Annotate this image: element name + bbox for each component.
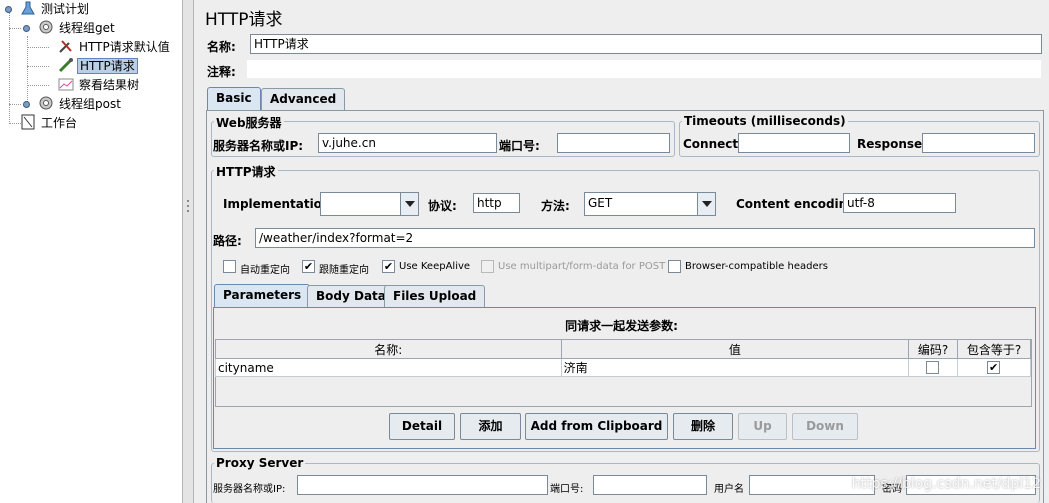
server-field[interactable]: v.juhe.cn bbox=[318, 133, 497, 153]
response-field[interactable] bbox=[922, 133, 1035, 153]
comment-field[interactable] bbox=[246, 59, 1042, 79]
param-value-cell[interactable]: 济南 bbox=[560, 358, 910, 377]
proxy-user-label: 用户名 bbox=[714, 484, 744, 495]
tree-item-result-tree[interactable]: 察看结果树 bbox=[58, 76, 141, 94]
tab-advanced[interactable]: Advanced bbox=[261, 88, 346, 110]
add-from-clipboard-button[interactable]: Add from Clipboard bbox=[525, 413, 668, 440]
tree-item-http-defaults[interactable]: HTTP请求默认值 bbox=[58, 38, 172, 56]
tab-parameters[interactable]: Parameters bbox=[214, 284, 311, 308]
response-label: Response: bbox=[857, 137, 927, 151]
connect-label: Connect: bbox=[683, 137, 743, 151]
param-encode-cell[interactable] bbox=[908, 358, 959, 377]
name-field[interactable]: HTTP请求 bbox=[250, 34, 1042, 54]
keepalive-checkbox[interactable]: ✔ bbox=[382, 260, 395, 273]
protocol-field[interactable]: http bbox=[473, 193, 520, 213]
up-button: Up bbox=[738, 413, 787, 440]
col-include-equals-header[interactable]: 包含等于? bbox=[957, 339, 1031, 359]
test-plan-tree[interactable]: 测试计划 线程组get HTTP请求默认值 HTTP请求 察看结果树 线程组po… bbox=[0, 0, 182, 503]
expand-toggle-icon[interactable] bbox=[23, 101, 30, 108]
proxy-title: Proxy Server bbox=[214, 456, 306, 470]
params-caption: 同请求一起发送参数: bbox=[565, 319, 678, 333]
params-table[interactable]: 名称: 值 编码? 包含等于? cityname 济南 ✔ bbox=[215, 339, 1031, 377]
tab-files-upload[interactable]: Files Upload bbox=[384, 285, 486, 307]
implementation-select[interactable] bbox=[320, 192, 419, 216]
collapse-toggle-icon[interactable] bbox=[23, 25, 30, 32]
sampler-pipette-icon bbox=[58, 57, 74, 73]
chevron-down-icon[interactable] bbox=[697, 193, 715, 215]
splitter-handle[interactable] bbox=[182, 0, 194, 503]
multipart-label: Use multipart/form-data for POST bbox=[498, 261, 666, 272]
http-request-panel: HTTP请求 名称: HTTP请求 注释: Basic Advanced Web… bbox=[194, 0, 1049, 503]
proxy-port-field[interactable] bbox=[593, 475, 707, 495]
tab-basic[interactable]: Basic bbox=[207, 87, 261, 111]
comment-label: 注释: bbox=[207, 65, 236, 79]
auto-redirect-checkbox[interactable] bbox=[223, 260, 236, 273]
browser-headers-label: Browser-compatible headers bbox=[685, 261, 828, 272]
tree-item-workbench[interactable]: 工作台 bbox=[20, 114, 79, 132]
result-tree-icon bbox=[58, 76, 74, 92]
proxy-server-label: 服务器名称或IP: bbox=[213, 484, 286, 495]
method-select[interactable]: GET bbox=[584, 192, 716, 216]
test-plan-icon bbox=[20, 0, 36, 16]
workbench-icon bbox=[20, 114, 36, 130]
keepalive-label: Use KeepAlive bbox=[399, 261, 471, 272]
config-wrench-icon bbox=[58, 38, 74, 54]
delete-button[interactable]: 删除 bbox=[673, 413, 733, 440]
content-encoding-label: Content encoding: bbox=[736, 197, 861, 211]
tree-item-thread-group-post[interactable]: 线程组post bbox=[38, 95, 123, 113]
detail-button[interactable]: Detail bbox=[389, 413, 455, 440]
table-row[interactable]: cityname 济南 ✔ bbox=[215, 358, 1031, 377]
proxy-port-label: 端口号: bbox=[550, 484, 584, 495]
multipart-checkbox bbox=[481, 260, 494, 273]
collapse-toggle-icon[interactable] bbox=[5, 6, 12, 13]
method-label: 方法: bbox=[541, 199, 570, 213]
content-encoding-field[interactable]: utf-8 bbox=[843, 193, 956, 213]
port-label: 端口号: bbox=[499, 139, 540, 153]
http-request-title: HTTP请求 bbox=[214, 163, 278, 180]
auto-redirect-label: 自动重定向 bbox=[240, 265, 290, 276]
path-label: 路径: bbox=[213, 234, 242, 248]
thread-group-icon bbox=[38, 95, 54, 111]
path-field[interactable]: /weather/index?format=2 bbox=[255, 228, 1035, 248]
name-label: 名称: bbox=[207, 40, 236, 54]
tree-item-test-plan[interactable]: 测试计划 bbox=[20, 0, 91, 18]
col-name-header[interactable]: 名称: bbox=[215, 339, 562, 359]
follow-redirects-checkbox[interactable]: ✔ bbox=[302, 260, 315, 273]
protocol-label: 协议: bbox=[428, 199, 457, 213]
encode-checkbox[interactable] bbox=[926, 361, 940, 374]
add-button[interactable]: 添加 bbox=[460, 413, 521, 440]
follow-redirects-label: 跟随重定向 bbox=[319, 265, 369, 276]
page-title: HTTP请求 bbox=[205, 10, 283, 30]
timeouts-title: Timeouts (milliseconds) bbox=[682, 114, 848, 128]
tab-body-data[interactable]: Body Data bbox=[307, 285, 395, 307]
port-field[interactable] bbox=[557, 133, 670, 153]
col-value-header[interactable]: 值 bbox=[560, 339, 910, 359]
param-name-cell[interactable]: cityname bbox=[215, 358, 562, 377]
tree-item-thread-group-get[interactable]: 线程组get bbox=[38, 19, 117, 37]
table-header-row: 名称: 值 编码? 包含等于? bbox=[215, 339, 1031, 359]
col-encode-header[interactable]: 编码? bbox=[908, 339, 959, 359]
thread-group-icon bbox=[38, 19, 54, 35]
proxy-server-field[interactable] bbox=[297, 475, 548, 495]
browser-headers-checkbox[interactable] bbox=[668, 260, 681, 273]
tree-item-http-request[interactable]: HTTP请求 bbox=[58, 57, 138, 75]
web-server-title: Web服务器 bbox=[214, 114, 284, 131]
param-include-equals-cell[interactable]: ✔ bbox=[957, 358, 1031, 377]
chevron-down-icon[interactable] bbox=[400, 193, 418, 215]
connect-field[interactable] bbox=[738, 133, 850, 153]
include-equals-checkbox[interactable]: ✔ bbox=[987, 361, 1001, 374]
implementation-label: Implementation: bbox=[223, 197, 336, 211]
down-button: Down bbox=[792, 413, 858, 440]
server-label: 服务器名称或IP: bbox=[213, 139, 304, 153]
watermark-text: https://blog.csdn.net/dpl12 bbox=[851, 476, 1041, 492]
